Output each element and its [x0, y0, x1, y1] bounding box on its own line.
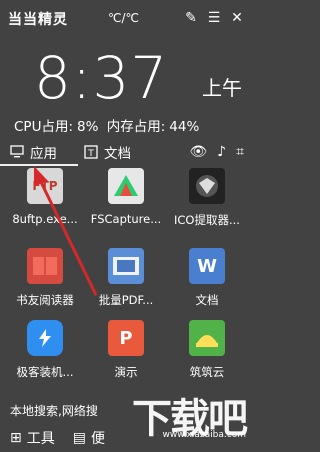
- batch-pdf-icon: [108, 248, 144, 284]
- tools-label: 工具: [26, 431, 55, 447]
- app-label: 演示: [114, 365, 138, 379]
- monitor-icon: [10, 145, 24, 158]
- bottom-toolbar: ⊞ 工具 ▤ 便: [10, 428, 105, 448]
- app-item-book-reader[interactable]: 书友阅读器: [5, 248, 85, 308]
- app-label: 筑筑云: [189, 365, 225, 379]
- cpu-label: CPU占用:: [14, 119, 73, 135]
- top-icons: ✎ ☰ ✕: [184, 10, 244, 26]
- app-item-fscapture[interactable]: FSCapture...: [86, 168, 166, 226]
- brush-icon[interactable]: ✎: [184, 10, 198, 26]
- notes-button[interactable]: ▤ 便: [73, 428, 105, 448]
- memory-label: 内存占用:: [106, 119, 166, 135]
- app-item-zhuzhuyun[interactable]: 筑筑云: [167, 320, 247, 380]
- top-bar: 当当精灵 ℃/℃ ✎ ☰ ✕: [0, 0, 252, 40]
- app-label: 极客装机...: [16, 365, 74, 379]
- book-reader-icon: [27, 248, 63, 284]
- app-item-8uftp[interactable]: FTP 8uftp.exe...: [5, 168, 85, 226]
- tab-apps[interactable]: 应用: [10, 142, 57, 162]
- tools-icon: ⊞: [10, 430, 22, 446]
- eye-icon[interactable]: 👁: [189, 144, 207, 160]
- close-icon[interactable]: ✕: [230, 10, 244, 26]
- app-item-ico-extractor[interactable]: ICO提取器...: [167, 168, 247, 228]
- note-icon: ▤: [72, 430, 86, 446]
- clock-time: 8:37: [34, 44, 169, 112]
- app-item-presentation[interactable]: P 演示: [86, 320, 166, 380]
- tab-apps-label: 应用: [30, 146, 57, 162]
- tools-button[interactable]: ⊞ 工具: [10, 428, 55, 448]
- music-icon[interactable]: ♪: [217, 144, 226, 160]
- app-label: 文档: [195, 293, 219, 307]
- active-tab-underline: [0, 164, 78, 166]
- ico-extractor-icon: [189, 168, 225, 204]
- temperature-unit-toggle[interactable]: ℃/℃: [108, 11, 139, 25]
- tab-tools: 👁 ♪ ⌗: [189, 144, 244, 160]
- app-item-batch-pdf[interactable]: 批量PDF...: [86, 248, 166, 308]
- app-title: 当当精灵: [8, 12, 68, 28]
- svg-text:T: T: [87, 149, 94, 159]
- app-label: 8uftp.exe...: [12, 212, 78, 226]
- notes-label: 便: [90, 431, 105, 447]
- app-item-geek-installer[interactable]: 极客装机...: [5, 320, 85, 380]
- menu-icon[interactable]: ☰: [207, 10, 221, 26]
- tab-bar: 应用 T 文档 👁 ♪ ⌗: [0, 142, 252, 166]
- fscapture-icon: [108, 168, 144, 204]
- watermark-url: www.xiazaiba.com: [162, 430, 246, 440]
- word-icon: W: [189, 248, 225, 284]
- memory-value: 44%: [169, 119, 200, 135]
- tab-documents[interactable]: T 文档: [84, 142, 131, 162]
- local-search-hint[interactable]: 本地搜索,网络搜: [10, 402, 98, 419]
- app-label: FSCapture...: [90, 212, 162, 226]
- system-stats: CPU占用: 8% 内存占用: 44%: [14, 115, 203, 135]
- presentation-icon: P: [108, 320, 144, 356]
- app-label: ICO提取器...: [174, 213, 240, 227]
- app-label: 书友阅读器: [16, 293, 74, 307]
- tab-documents-label: 文档: [104, 146, 131, 162]
- app-item-word-doc[interactable]: W 文档: [167, 248, 247, 308]
- ftp-icon: FTP: [27, 168, 63, 204]
- zhuzhuyun-icon: [189, 320, 225, 356]
- document-icon: T: [84, 145, 98, 159]
- cpu-value: 8%: [77, 119, 99, 135]
- geek-installer-icon: [27, 320, 63, 356]
- crop-icon[interactable]: ⌗: [236, 144, 244, 160]
- clock-ampm: 上午: [202, 76, 242, 100]
- app-label: 批量PDF...: [98, 293, 154, 307]
